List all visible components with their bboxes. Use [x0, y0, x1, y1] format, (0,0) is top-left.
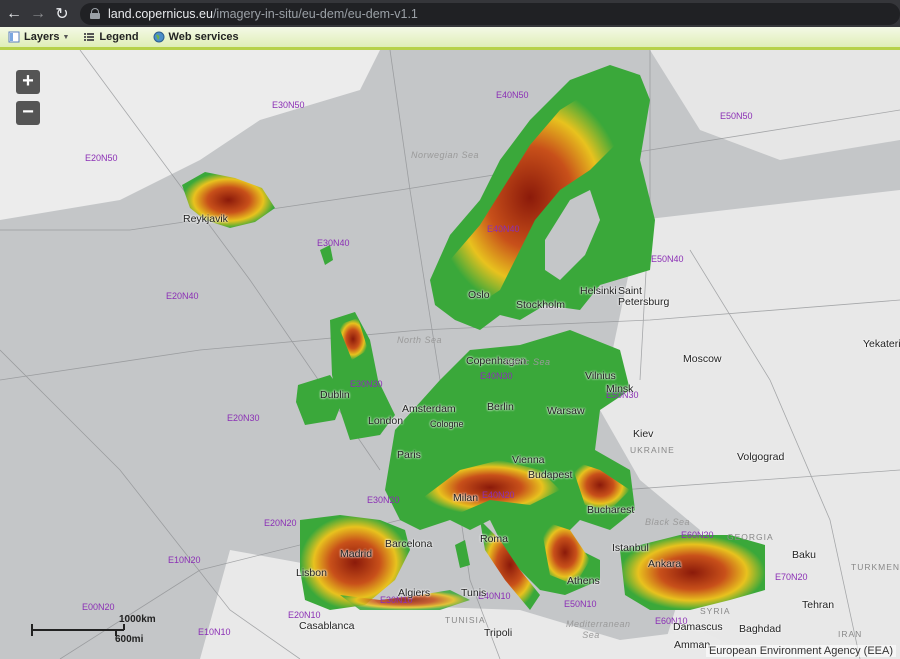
legend-button[interactable]: Legend: [83, 31, 139, 43]
sea-label: North Sea: [397, 335, 443, 345]
city-label: Tripoli: [484, 627, 513, 639]
city-label: Kiev: [633, 428, 654, 440]
city-label: Milan: [453, 492, 479, 504]
grid-label: E10N10: [198, 627, 231, 637]
map-canvas[interactable]: + − E30N50 E40N50 E50N50 E20N50 E30N40 E…: [0, 50, 900, 659]
layers-label: Layers: [24, 31, 60, 43]
city-label: Algiers: [398, 587, 431, 599]
url-host: land.copernicus.eu: [108, 6, 213, 21]
scale-km-label: 1000km: [119, 614, 156, 625]
grid-label: E40N40: [487, 224, 520, 234]
attribution: European Environment Agency (EEA): [705, 645, 896, 657]
grid-label: E50N10: [564, 599, 597, 609]
caret-down-icon: ▼: [62, 33, 70, 41]
globe-icon: [153, 31, 165, 43]
zoom-in-button[interactable]: +: [16, 70, 40, 94]
city-label: Yekateri: [863, 338, 900, 350]
city-label: Madrid: [340, 548, 373, 560]
country-label: GEORGIA: [727, 532, 774, 542]
city-label: Damascus: [673, 621, 723, 633]
web-services-button[interactable]: Web services: [153, 31, 239, 43]
city-label: Roma: [480, 533, 509, 545]
country-label: IRAN: [838, 629, 863, 639]
city-label: Warsaw: [547, 405, 585, 417]
city-label: Amman: [674, 639, 711, 651]
arrow-left-icon[interactable]: ←: [4, 3, 24, 25]
grid-label: E10N20: [168, 555, 201, 565]
country-label: TURKMENIST: [851, 562, 900, 572]
city-label: Budapest: [528, 469, 573, 481]
grid-label: E40N50: [496, 90, 529, 100]
zoom-out-button[interactable]: −: [16, 101, 40, 125]
grid-label: E30N30: [350, 379, 383, 389]
layers-icon: [8, 31, 20, 43]
city-label: Amsterdam: [402, 403, 456, 415]
grid-label: E30N40: [317, 238, 350, 248]
browser-bar: ← → ↻ land.copernicus.eu/imagery-in-situ…: [0, 0, 900, 27]
city-label: Athens: [567, 575, 600, 587]
city-label: Lisbon: [296, 567, 327, 579]
grid-label: E40N20: [482, 490, 515, 500]
city-label: Berlin: [487, 401, 514, 413]
city-label: Tehran: [802, 599, 835, 611]
city-label: Dublin: [320, 389, 350, 401]
city-label: Volgograd: [737, 451, 785, 463]
city-label: Reykjavik: [183, 213, 228, 225]
grid-label: E60N20: [681, 530, 714, 540]
grid-label: E20N50: [85, 153, 118, 163]
city-label: Casablanca: [299, 620, 355, 632]
grid-label: E00N20: [82, 602, 115, 612]
grid-label: E30N20: [367, 495, 400, 505]
sea-label: Baltic Sea: [505, 357, 551, 367]
scale-mi-label: 600mi: [115, 634, 144, 645]
map-layer: [0, 50, 900, 659]
map-toolbar: Layers ▼ Legend Web services: [0, 27, 900, 50]
city-label: Tunis: [461, 587, 487, 599]
reload-icon[interactable]: ↻: [52, 3, 72, 25]
grid-label: E20N10: [288, 610, 321, 620]
grid-label: E50N40: [651, 254, 684, 264]
city-label: Istanbul: [612, 542, 649, 554]
grid-label: E20N20: [264, 518, 297, 528]
city-label: Paris: [397, 449, 421, 461]
arrow-right-icon[interactable]: →: [28, 3, 48, 25]
grid-label: E50N50: [720, 111, 753, 121]
address-bar[interactable]: land.copernicus.eu/imagery-in-situ/eu-de…: [80, 2, 900, 25]
sea-label: Black Sea: [645, 517, 691, 527]
country-label: TUNISIA: [445, 615, 486, 625]
lock-icon: [90, 8, 100, 19]
city-label: Oslo: [468, 289, 490, 301]
grid-label: E20N40: [166, 291, 199, 301]
city-label: Helsinki: [580, 285, 617, 297]
country-label: SYRIA: [700, 606, 731, 616]
grid-label: E40N30: [480, 371, 513, 381]
web-services-label: Web services: [168, 31, 239, 43]
list-icon: [84, 33, 95, 41]
city-label: Vienna: [512, 454, 545, 466]
grid-label: E30N50: [272, 100, 305, 110]
grid-label: E70N20: [775, 572, 808, 582]
legend-label: Legend: [99, 31, 139, 43]
city-label: Minsk: [606, 383, 634, 395]
city-label: Stockholm: [516, 299, 566, 311]
layers-button[interactable]: Layers ▼: [8, 31, 69, 43]
city-label: Vilnius: [585, 370, 616, 382]
city-label: Cologne: [430, 419, 464, 429]
city-label: Baku: [792, 549, 816, 561]
url-path: /imagery-in-situ/eu-dem/eu-dem-v1.1: [212, 6, 418, 21]
sea-label: Norwegian Sea: [411, 150, 480, 160]
city-label: Baghdad: [739, 623, 782, 635]
city-label: Moscow: [683, 353, 722, 365]
url-text: land.copernicus.eu/imagery-in-situ/eu-de…: [108, 7, 418, 21]
sea-label: Mediterranean Sea: [566, 619, 631, 640]
city-label: Saint Petersburg: [618, 285, 670, 308]
city-label: Ankara: [648, 558, 682, 570]
grid-label: E20N30: [227, 413, 260, 423]
city-label: London: [368, 415, 404, 427]
city-label: Barcelona: [385, 538, 433, 550]
city-label: Bucharest: [587, 504, 635, 516]
country-label: UKRAINE: [630, 445, 675, 455]
